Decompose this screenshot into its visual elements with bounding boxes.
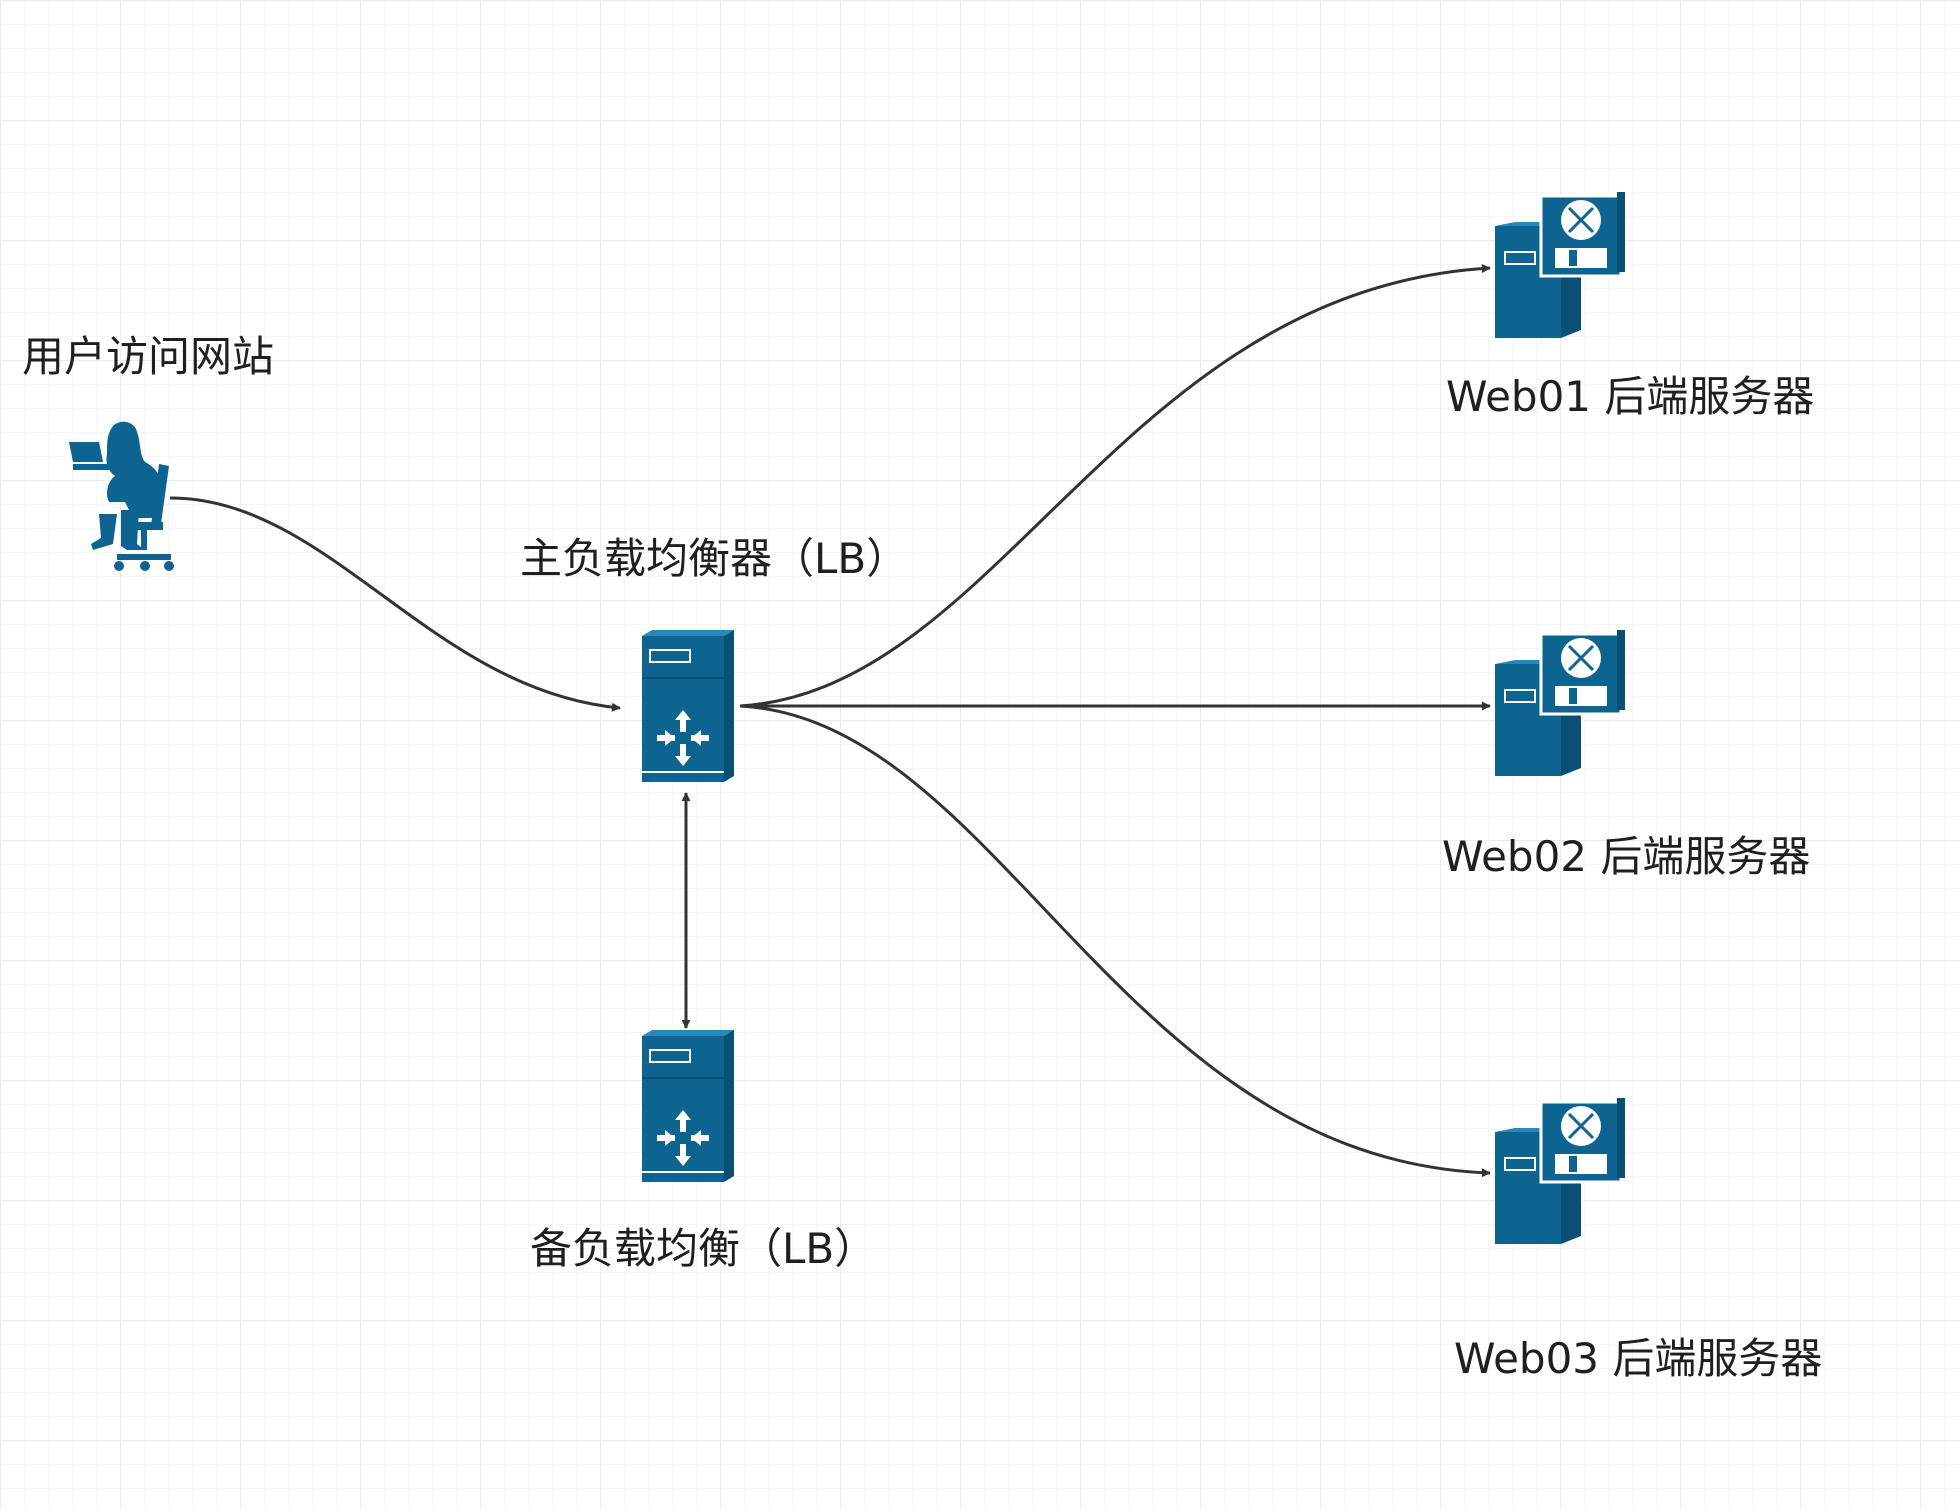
primary-lb-label: 主负载均衡器（LB） xyxy=(520,534,909,583)
person-laptop-icon[interactable] xyxy=(69,421,174,571)
diagram-canvas: 用户访问网站 主负载均衡器（LB） 备负载均衡（LB） Web01 后端服务器 … xyxy=(0,0,1960,1510)
edge-user-to-primary-lb[interactable] xyxy=(169,496,621,712)
web03-label: Web03 后端服务器 xyxy=(1454,1334,1823,1383)
edge-primary-lb-to-web03[interactable] xyxy=(739,704,1491,1178)
backup-lb-label: 备负载均衡（LB） xyxy=(530,1224,877,1273)
load-balancer-icon[interactable] xyxy=(642,1030,734,1182)
diagram-svg xyxy=(69,192,1625,1244)
web02-label: Web02 后端服务器 xyxy=(1442,832,1811,881)
edge-primary-lb-to-web01[interactable] xyxy=(739,263,1491,708)
server-router-icon[interactable] xyxy=(1495,192,1625,338)
web01-label: Web01 后端服务器 xyxy=(1446,372,1815,421)
load-balancer-icon[interactable] xyxy=(642,630,734,782)
server-router-icon[interactable] xyxy=(1495,1098,1625,1244)
user-label: 用户访问网站 xyxy=(22,332,275,381)
edges xyxy=(169,263,1491,1178)
server-router-icon[interactable] xyxy=(1495,630,1625,776)
